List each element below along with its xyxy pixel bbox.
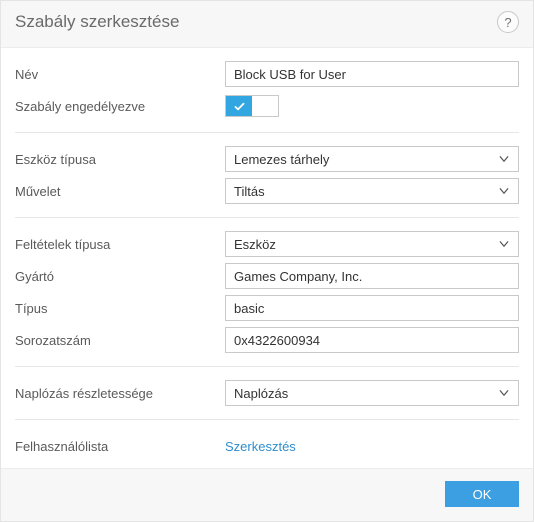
ok-button-label: OK xyxy=(473,487,492,502)
userlist-label: Felhasználólista xyxy=(15,439,225,454)
row-serial: Sorozatszám xyxy=(15,324,519,356)
name-input[interactable] xyxy=(225,61,519,87)
row-enabled: Szabály engedélyezve xyxy=(15,90,519,122)
vendor-label: Gyártó xyxy=(15,269,225,284)
help-button[interactable]: ? xyxy=(497,11,519,33)
action-label: Művelet xyxy=(15,184,225,199)
divider xyxy=(15,366,519,367)
row-model: Típus xyxy=(15,292,519,324)
chevron-down-icon xyxy=(498,387,510,399)
userlist-edit-link[interactable]: Szerkesztés xyxy=(225,439,296,454)
row-log-level: Naplózás részletessége Naplózás xyxy=(15,377,519,409)
row-name: Név xyxy=(15,58,519,90)
chevron-down-icon xyxy=(498,238,510,250)
log-level-label: Naplózás részletessége xyxy=(15,386,225,401)
divider xyxy=(15,132,519,133)
device-type-label: Eszköz típusa xyxy=(15,152,225,167)
divider xyxy=(15,419,519,420)
device-type-value: Lemezes tárhely xyxy=(234,152,329,167)
criteria-type-select[interactable]: Eszköz xyxy=(225,231,519,257)
vendor-input[interactable] xyxy=(225,263,519,289)
dialog-window: Szabály szerkesztése ? Név Szabály enged… xyxy=(0,0,534,522)
action-value: Tiltás xyxy=(234,184,265,199)
model-label: Típus xyxy=(15,301,225,316)
row-criteria-type: Feltételek típusa Eszköz xyxy=(15,228,519,260)
model-input[interactable] xyxy=(225,295,519,321)
footer: OK xyxy=(1,468,533,521)
action-select[interactable]: Tiltás xyxy=(225,178,519,204)
content-area: Név Szabály engedélyezve xyxy=(1,47,533,468)
titlebar: Szabály szerkesztése ? xyxy=(1,1,533,47)
enabled-toggle[interactable] xyxy=(225,95,279,117)
log-level-select[interactable]: Naplózás xyxy=(225,380,519,406)
check-icon xyxy=(233,100,246,113)
name-label: Név xyxy=(15,67,225,82)
row-action: Művelet Tiltás xyxy=(15,175,519,207)
criteria-type-label: Feltételek típusa xyxy=(15,237,225,252)
criteria-type-value: Eszköz xyxy=(234,237,276,252)
serial-label: Sorozatszám xyxy=(15,333,225,348)
dialog-title: Szabály szerkesztése xyxy=(15,12,179,32)
help-icon: ? xyxy=(504,15,511,30)
serial-input[interactable] xyxy=(225,327,519,353)
ok-button[interactable]: OK xyxy=(445,481,519,507)
row-device-type: Eszköz típusa Lemezes tárhely xyxy=(15,143,519,175)
divider xyxy=(15,217,519,218)
enabled-label: Szabály engedélyezve xyxy=(15,99,225,114)
row-userlist: Felhasználólista Szerkesztés xyxy=(15,430,519,462)
row-vendor: Gyártó xyxy=(15,260,519,292)
chevron-down-icon xyxy=(498,185,510,197)
device-type-select[interactable]: Lemezes tárhely xyxy=(225,146,519,172)
chevron-down-icon xyxy=(498,153,510,165)
log-level-value: Naplózás xyxy=(234,386,288,401)
